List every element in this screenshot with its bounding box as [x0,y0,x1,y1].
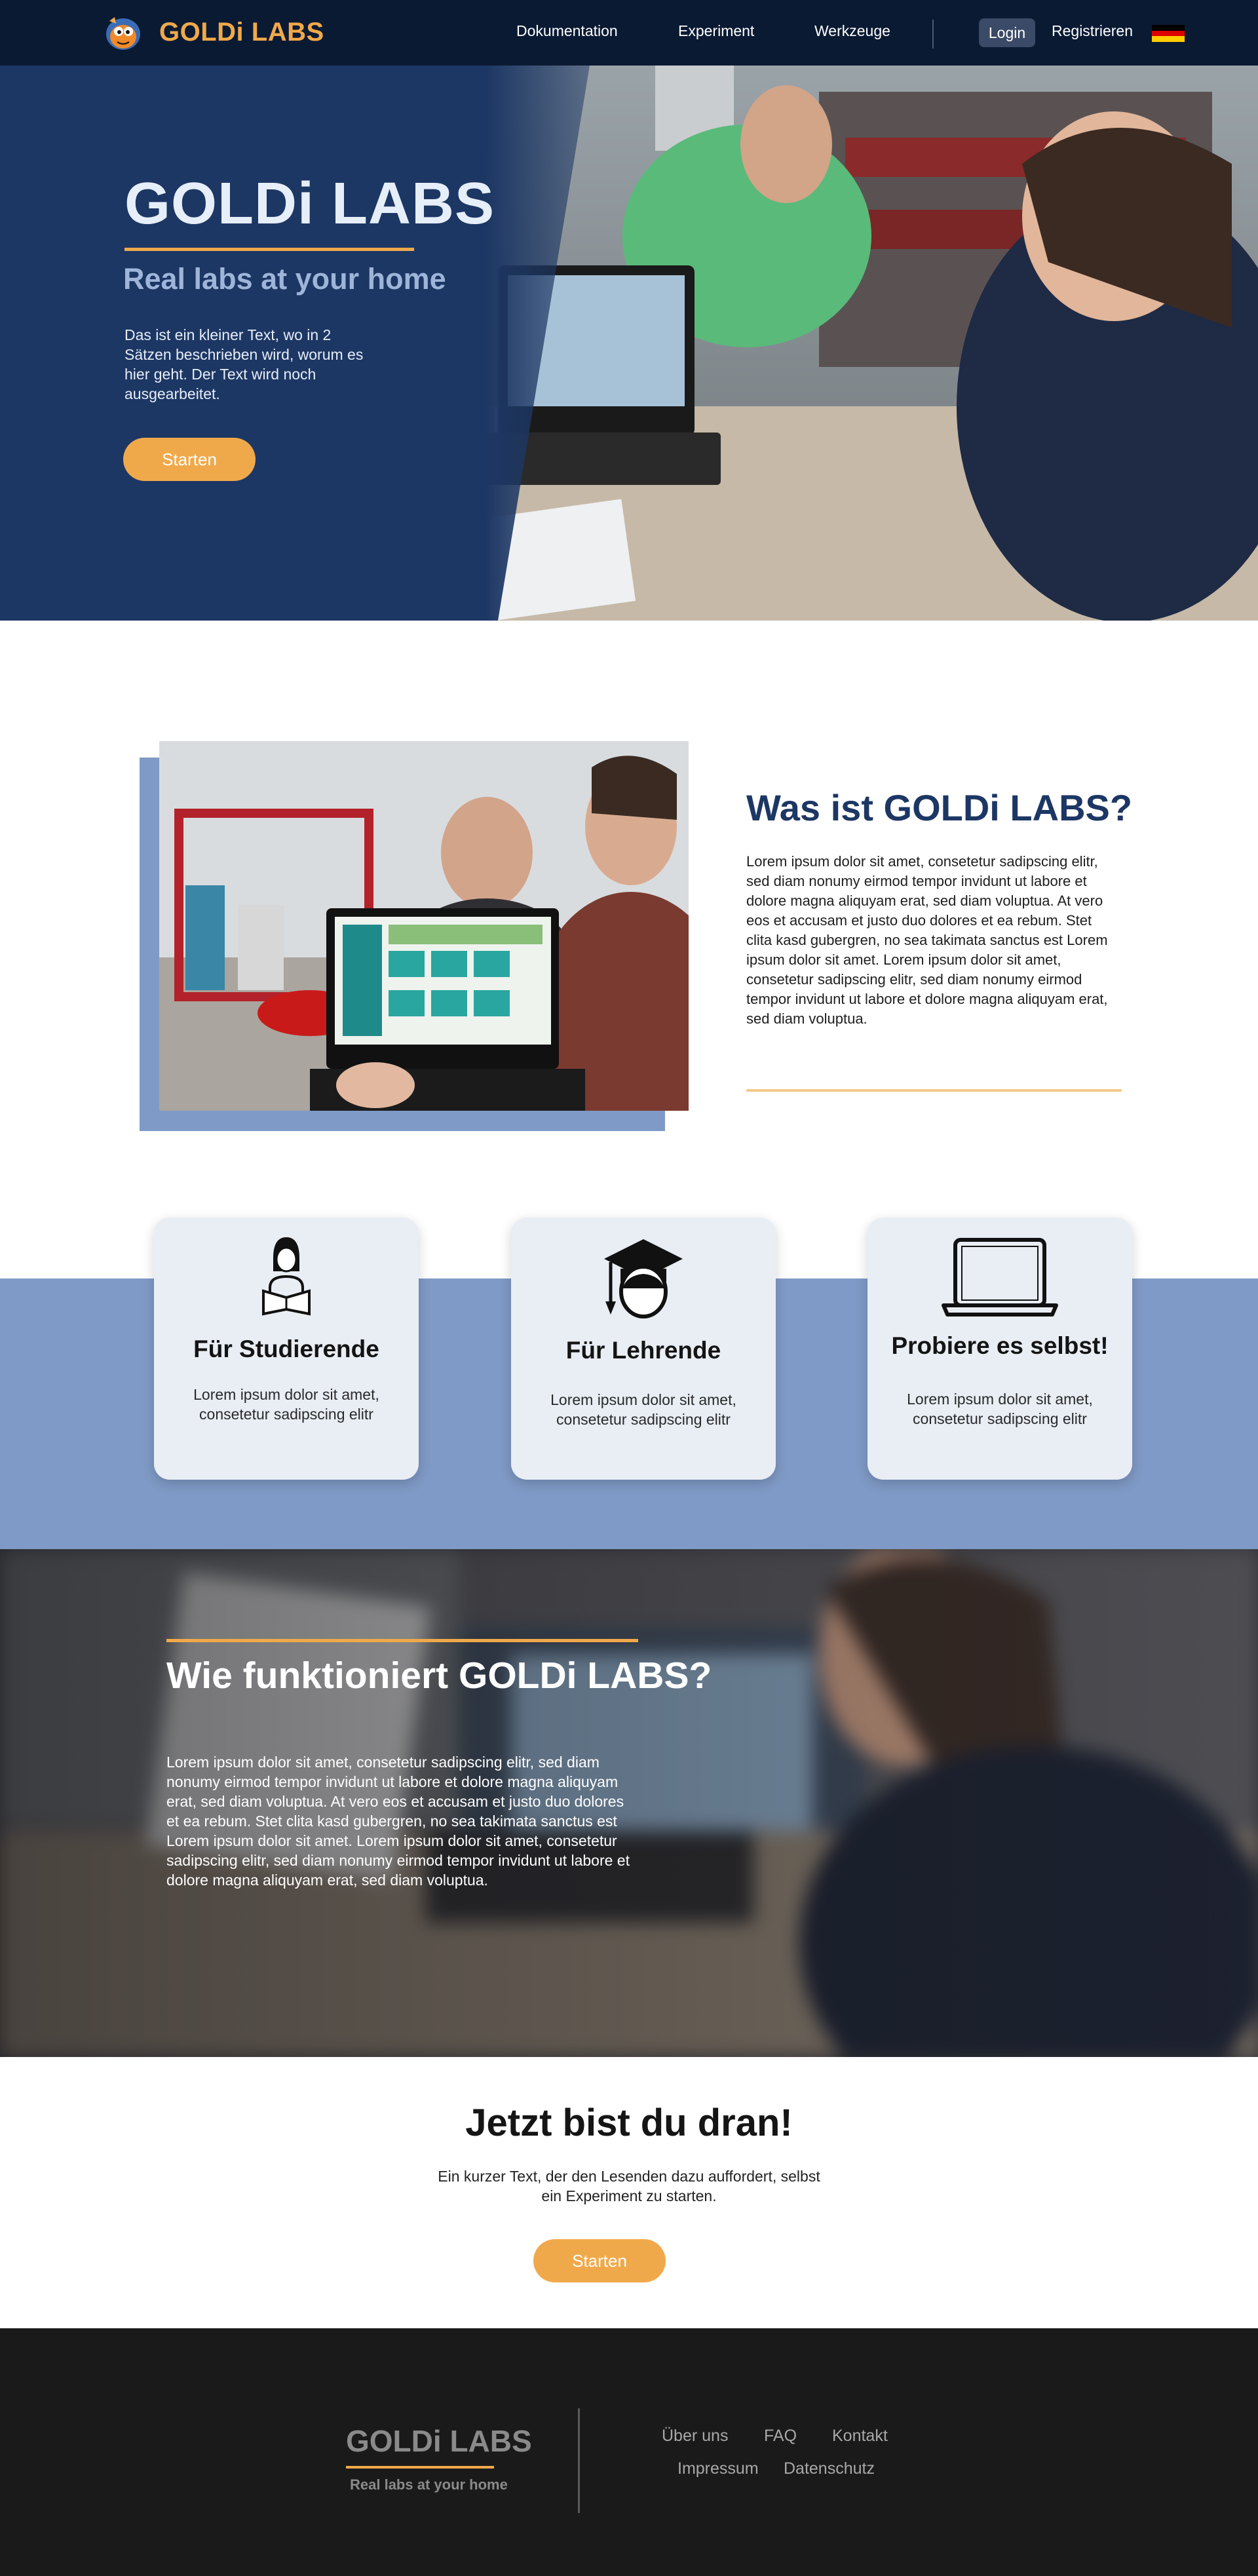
feature-card-students[interactable]: Für Studierende Lorem ipsum dolor sit am… [154,1218,419,1480]
feature-card-teachers[interactable]: Für Lehrende Lorem ipsum dolor sit amet,… [511,1218,776,1480]
feature-text: Lorem ipsum dolor sit amet, consetetur s… [550,1391,736,1428]
footer-brand: GOLDi LABS [346,2424,532,2458]
footer-link-imprint[interactable]: Impressum [677,2459,759,2478]
footer-link-privacy[interactable]: Datenschutz [784,2459,875,2478]
register-link[interactable]: Registrieren [1052,22,1133,40]
laptop-icon [942,1238,1058,1317]
about-title: Was ist GOLDi LABS? [746,787,1133,828]
feature-title: Für Studierende [193,1336,379,1362]
cta-title: Jetzt bist du dran! [465,2102,793,2144]
how-title: Wie funktioniert GOLDi LABS? [166,1655,712,1697]
feature-text: Lorem ipsum dolor sit amet, consetetur s… [907,1391,1093,1427]
cta-text: Ein kurzer Text, der den Lesenden dazu a… [438,2168,820,2204]
feature-card-try-it[interactable]: Probiere es selbst! Lorem ipsum dolor si… [867,1218,1132,1480]
graduate-cap-icon [604,1239,683,1318]
hero-subtitle: Real labs at your home [123,262,446,296]
footer-link-contact[interactable]: Kontakt [832,2427,888,2446]
hero-start-button[interactable]: Starten [123,438,256,481]
login-button[interactable]: Login [979,18,1035,47]
nav-link-werkzeuge[interactable]: Werkzeuge [814,22,890,40]
footer-divider [578,2408,580,2513]
about-divider [746,1089,1122,1092]
brand-name: GOLDi LABS [159,17,324,47]
feature-title: Für Lehrende [565,1337,721,1364]
about-text: Lorem ipsum dolor sit amet, consetetur s… [746,853,1108,1027]
language-flag-icon[interactable] [1152,25,1185,42]
cta-start-button[interactable]: Starten [533,2239,666,2282]
about-photo-lab-model [159,741,689,1111]
hero-description: Das ist ein kleiner Text, wo in 2 Sätzen… [124,326,364,402]
about-photo-frame [159,741,689,1111]
how-text: Lorem ipsum dolor sit amet, consetetur s… [166,1754,630,1889]
nav-divider [932,20,934,48]
brand-logo[interactable]: GOLDi LABS [102,12,324,52]
hero-title-underline [124,248,414,251]
nav-link-experiment[interactable]: Experiment [678,22,754,40]
how-it-works-section: Wie funktioniert GOLDi LABS? Lorem ipsum… [0,1549,1258,2057]
top-navigation: GOLDi LABS Dokumentation Experiment Werk… [0,0,1258,66]
student-reading-icon [262,1237,311,1316]
nav-link-dokumentation[interactable]: Dokumentation [516,22,618,40]
footer-link-faq[interactable]: FAQ [764,2427,797,2446]
goldi-mascot-icon [106,17,140,50]
how-divider [166,1639,638,1642]
footer-tagline: Real labs at your home [350,2476,508,2493]
feature-title: Probiere es selbst! [891,1332,1109,1359]
hero-title: GOLDi LABS [124,171,495,237]
footer-brand-underline [346,2466,494,2469]
hero-section: GOLDi LABS Real labs at your home Das is… [0,66,1258,621]
footer-link-about[interactable]: Über uns [662,2427,728,2446]
footer: GOLDi LABS Real labs at your home Über u… [0,2328,1258,2576]
feature-text: Lorem ipsum dolor sit amet, consetetur s… [193,1386,379,1423]
